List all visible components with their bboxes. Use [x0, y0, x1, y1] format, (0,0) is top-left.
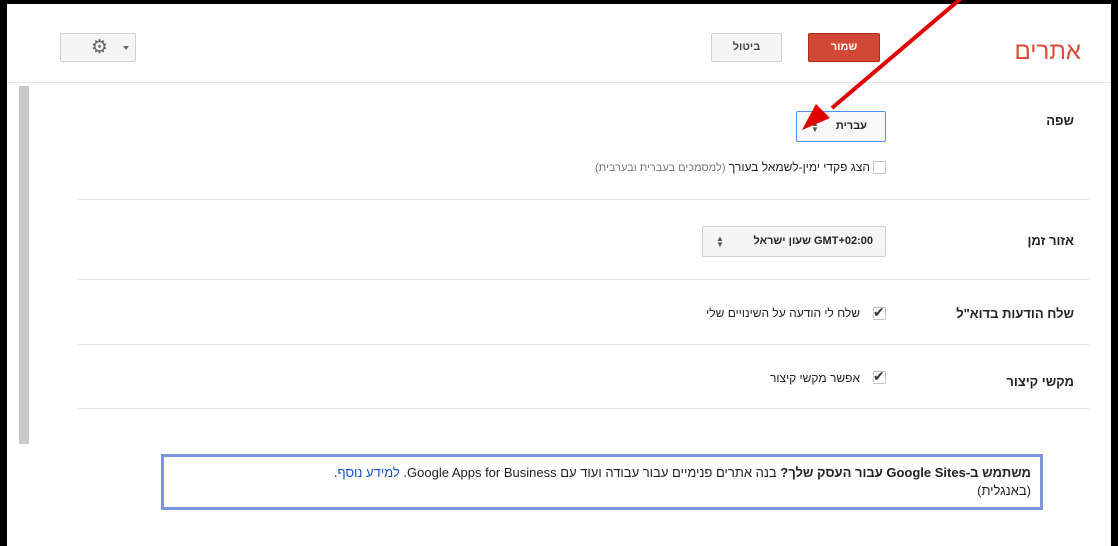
arrow-shaft — [830, 0, 963, 110]
arrow-head — [802, 104, 830, 130]
annotation-arrow — [802, 0, 963, 130]
